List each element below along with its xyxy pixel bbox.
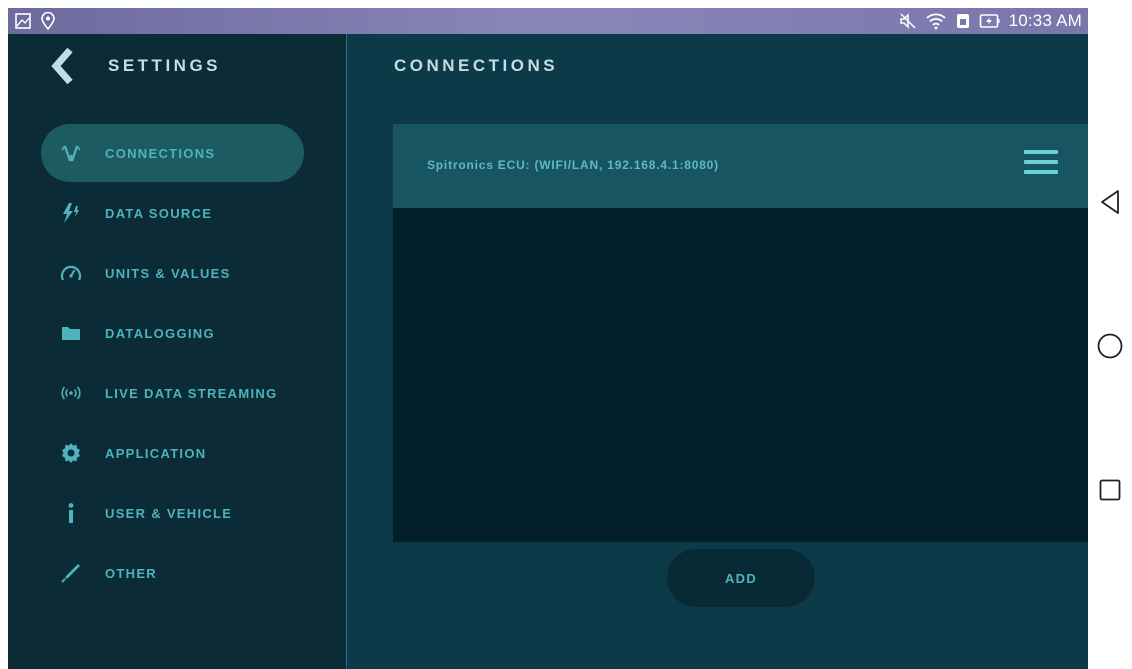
back-button[interactable] (48, 46, 78, 86)
battery-charging-icon (979, 12, 1001, 30)
system-nav-bar (1088, 0, 1132, 669)
sidebar-item-application[interactable]: APPLICATION (41, 424, 304, 482)
sidebar-item-datalogging[interactable]: DATALOGGING (41, 304, 304, 362)
add-connection-button[interactable]: ADD (667, 549, 815, 607)
sidebar-item-live-data-streaming[interactable]: LIVE DATA STREAMING (41, 364, 304, 422)
sidebar-header: SETTINGS (8, 34, 346, 94)
page-title: CONNECTIONS (394, 56, 559, 75)
gear-icon (59, 441, 83, 465)
sidebar-item-label: APPLICATION (105, 445, 207, 461)
sidebar-item-connections[interactable]: CONNECTIONS (41, 124, 304, 182)
connection-item[interactable]: Spitronics ECU: (WIFI/LAN, 192.168.4.1:8… (393, 124, 1088, 208)
connection-menu-button[interactable] (1024, 150, 1058, 182)
lightning-icon (59, 201, 83, 225)
sidebar-title: SETTINGS (108, 56, 222, 75)
sidebar-item-label: USER & VEHICLE (105, 505, 233, 521)
sidebar: SETTINGS CONNECTIONS DATA SOURCE UNITS &… (8, 34, 347, 669)
status-time: 10:33 AM (1008, 11, 1082, 30)
chevron-left-icon (51, 47, 73, 85)
folder-icon (59, 321, 83, 345)
app-window: SETTINGS CONNECTIONS DATA SOURCE UNITS &… (8, 34, 1088, 669)
info-icon (59, 501, 83, 525)
mute-icon (899, 12, 917, 30)
status-bar-right: 10:33 AM (899, 11, 1082, 31)
hamburger-line (1024, 170, 1058, 174)
sidebar-item-user-vehicle[interactable]: USER & VEHICLE (41, 484, 304, 542)
sidebar-item-label: LIVE DATA STREAMING (105, 385, 278, 401)
back-triangle-icon[interactable] (1096, 188, 1124, 216)
wifi-icon (925, 12, 947, 30)
status-bar: 10:33 AM (8, 8, 1088, 34)
home-circle-icon[interactable] (1096, 332, 1124, 360)
connections-list: Spitronics ECU: (WIFI/LAN, 192.168.4.1:8… (393, 124, 1088, 542)
sidebar-item-label: UNITS & VALUES (105, 265, 231, 281)
sidebar-item-label: DATALOGGING (105, 325, 215, 341)
recents-square-icon[interactable] (1096, 476, 1124, 504)
sidebar-item-other[interactable]: OTHER (41, 544, 304, 602)
sidebar-item-units-values[interactable]: UNITS & VALUES (41, 244, 304, 302)
sidebar-item-label: DATA SOURCE (105, 205, 213, 221)
connection-label: Spitronics ECU: (WIFI/LAN, 192.168.4.1:8… (427, 158, 719, 172)
sidebar-item-label: CONNECTIONS (105, 145, 216, 161)
gallery-icon (14, 12, 32, 30)
location-icon (40, 12, 56, 30)
status-bar-left (14, 12, 56, 30)
hamburger-icon (1024, 150, 1058, 154)
pen-icon (59, 561, 83, 585)
antenna-icon (59, 141, 83, 165)
gauge-icon (59, 261, 83, 285)
sim-icon (955, 12, 971, 30)
hamburger-line (1024, 160, 1058, 164)
sidebar-item-label: OTHER (105, 565, 157, 581)
sidebar-item-data-source[interactable]: DATA SOURCE (41, 184, 304, 242)
broadcast-icon (59, 381, 83, 405)
